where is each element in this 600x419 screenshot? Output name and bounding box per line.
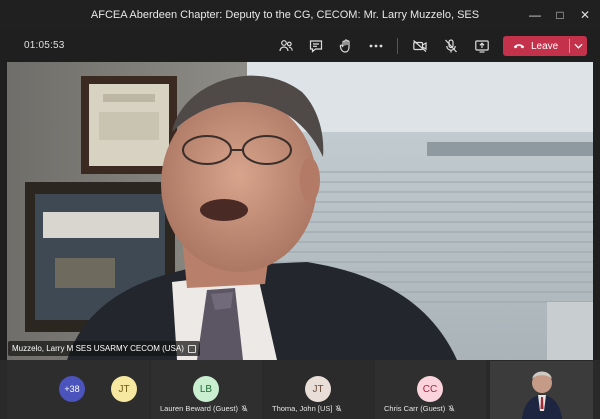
self-view-video[interactable]: [490, 361, 593, 419]
avatar: LB: [193, 376, 219, 402]
camera-toggle-button[interactable]: [409, 36, 431, 56]
participants-button[interactable]: [275, 36, 297, 56]
mic-off-icon: [335, 405, 343, 412]
avatar: JT: [111, 376, 137, 402]
participant-name-label: Lauren Beward (Guest): [160, 404, 248, 413]
mic-off-icon: [448, 405, 455, 412]
hang-up-icon: [513, 44, 525, 49]
camera-off-icon: [413, 40, 427, 52]
mic-toggle-button[interactable]: [440, 36, 462, 56]
participant-name-label: Thoma, John [US]: [272, 404, 343, 413]
share-screen-button[interactable]: [471, 36, 493, 56]
leave-button[interactable]: Leave: [503, 36, 569, 56]
participant-name: Chris Carr (Guest): [384, 404, 446, 413]
toolbar-divider: [397, 38, 398, 54]
maximize-button[interactable]: □: [549, 6, 571, 24]
speaker-name-label: Muzzelo, Larry M SES USARMY CECOM (USA): [8, 341, 200, 356]
minimize-button[interactable]: —: [524, 6, 546, 24]
chat-icon: [309, 40, 323, 53]
participants-icon: [279, 40, 293, 52]
speaker-name: Muzzelo, Larry M SES USARMY CECOM (USA): [12, 344, 184, 353]
speaker-video-frame: [7, 62, 593, 360]
maximize-icon: □: [556, 8, 564, 22]
avatar: JT: [305, 376, 331, 402]
self-view-frame: [490, 361, 593, 419]
more-actions-button[interactable]: [365, 36, 387, 56]
pin-icon[interactable]: [187, 344, 196, 353]
participant-name-label: Chris Carr (Guest): [384, 404, 455, 413]
leave-button-group: Leave: [503, 36, 587, 56]
mic-off-icon: [445, 39, 457, 53]
avatar: CC: [417, 376, 443, 402]
close-window-button[interactable]: ✕: [574, 6, 596, 24]
close-icon: ✕: [579, 8, 591, 22]
raise-hand-icon: [339, 39, 350, 53]
leave-options-button[interactable]: [570, 36, 587, 56]
leave-label: Leave: [531, 40, 559, 52]
more-participants-badge[interactable]: +38: [59, 376, 85, 402]
chat-button[interactable]: [305, 36, 327, 56]
window-title: AFCEA Aberdeen Chapter: Deputy to the CG…: [90, 9, 480, 21]
meeting-timer: 01:05:53: [24, 40, 65, 51]
minimize-icon: —: [529, 8, 541, 22]
speaker-video: [7, 62, 593, 360]
raise-hand-button[interactable]: [335, 36, 357, 56]
participant-name: Thoma, John [US]: [272, 404, 333, 413]
title-bar: AFCEA Aberdeen Chapter: Deputy to the CG…: [0, 0, 600, 30]
more-actions-icon: [369, 44, 383, 48]
share-screen-icon: [475, 40, 489, 53]
participant-name: Lauren Beward (Guest): [160, 404, 238, 413]
mic-off-icon: [241, 405, 248, 412]
chevron-down-icon: [574, 43, 583, 49]
